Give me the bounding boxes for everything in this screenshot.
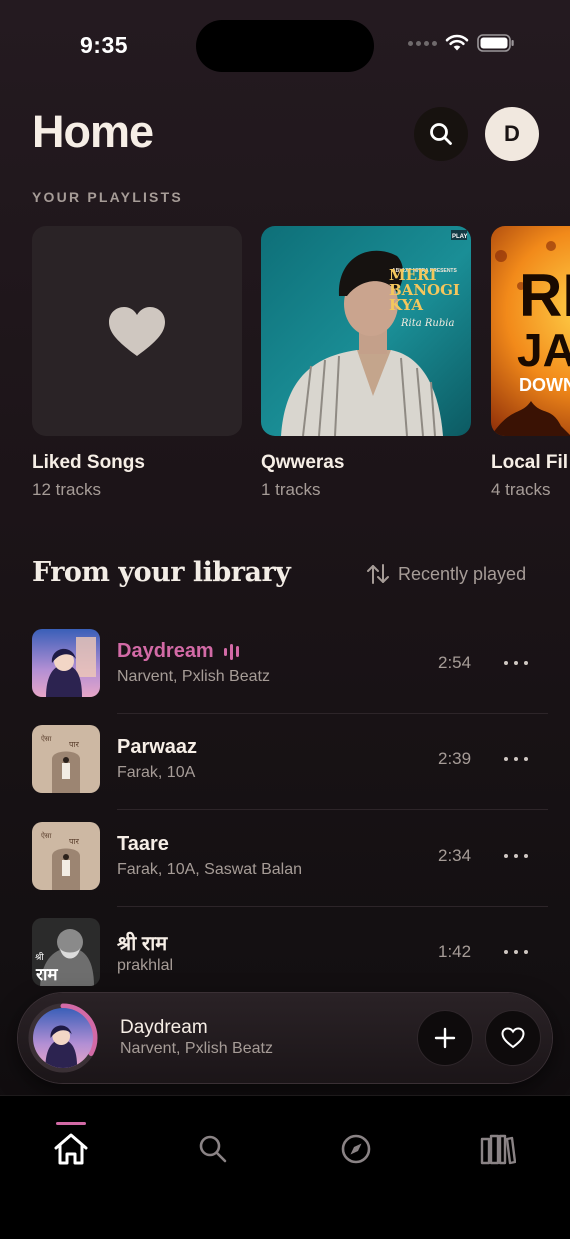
svg-text:Rita Rubia: Rita Rubia xyxy=(400,318,454,329)
playlist-cover xyxy=(32,226,242,436)
like-button[interactable] xyxy=(485,1010,541,1066)
tab-bar xyxy=(0,1095,570,1239)
now-playing-equalizer-icon xyxy=(223,643,239,660)
svg-text:पार: पार xyxy=(69,740,80,749)
svg-text:ऐसा: ऐसा xyxy=(41,831,52,840)
status-time: 9:35 xyxy=(80,32,129,58)
track-row[interactable]: Daydream Narvent, Pxlish Beatz 2:54 xyxy=(32,629,548,725)
more-options-button[interactable] xyxy=(504,653,528,673)
track-artwork xyxy=(32,629,100,697)
playlist-cover: RI JAT DOWNLO xyxy=(491,226,570,436)
track-artist: Farak, 10A, Saswat Balan xyxy=(117,861,302,878)
search-icon xyxy=(199,1135,227,1163)
status-indicators xyxy=(408,34,515,52)
divider xyxy=(117,809,548,810)
playlist-track-count: 4 tracks xyxy=(491,480,551,499)
now-playing-artist: Narvent, Pxlish Beatz xyxy=(120,1040,273,1057)
plus-icon xyxy=(434,1027,456,1049)
track-title: Parwaaz xyxy=(117,736,198,758)
playback-progress-ring xyxy=(28,1003,98,1073)
track-artist: Narvent, Pxlish Beatz xyxy=(117,668,270,685)
divider xyxy=(117,713,548,714)
track-artist: Farak, 10A xyxy=(117,764,196,781)
mini-player[interactable]: Daydream Narvent, Pxlish Beatz xyxy=(18,993,552,1083)
svg-text:श्री: श्री xyxy=(35,951,44,963)
sort-label: Recently played xyxy=(398,563,527,584)
playlists-carousel[interactable]: Liked Songs 12 tracks ABHIJIT MITRA PRES… xyxy=(32,226,570,516)
heart-outline-icon xyxy=(501,1027,525,1049)
search-icon xyxy=(430,123,452,145)
now-playing-artwork xyxy=(33,1008,93,1068)
svg-text:ऐसा: ऐसा xyxy=(41,734,52,743)
library-icon xyxy=(480,1134,516,1165)
active-tab-indicator xyxy=(56,1122,86,1125)
playlist-cover-art: ABHIJIT MITRA PRESENTS MERI BANOGI KYA R… xyxy=(261,226,471,436)
sort-control[interactable]: Recently played xyxy=(366,563,526,585)
more-options-button[interactable] xyxy=(504,846,528,866)
home-icon xyxy=(54,1133,88,1165)
track-title: Taare xyxy=(117,833,169,855)
playlist-cover: ABHIJIT MITRA PRESENTS MERI BANOGI KYA R… xyxy=(261,226,471,436)
track-row[interactable]: ऐसा पार Parwaaz Farak, 10A 2:39 xyxy=(32,725,548,821)
compass-icon xyxy=(341,1134,371,1164)
track-artwork: ऐसा पार xyxy=(32,725,100,793)
svg-text:राम: राम xyxy=(35,965,58,985)
playlist-cover-art: RI JAT DOWNLO xyxy=(491,226,570,436)
divider xyxy=(117,906,548,907)
wifi-icon xyxy=(445,34,469,51)
tab-search[interactable] xyxy=(168,1096,258,1196)
cellular-signal-icon xyxy=(408,40,437,46)
track-row[interactable]: ऐसा पार Taare Farak, 10A, Saswat Balan 2… xyxy=(32,822,548,918)
more-options-button[interactable] xyxy=(504,749,528,769)
track-duration: 2:54 xyxy=(438,653,472,672)
sort-arrows-icon xyxy=(367,564,389,584)
playlist-track-count: 12 tracks xyxy=(32,480,101,499)
playlist-name: Qwweras xyxy=(261,452,345,473)
more-options-button[interactable] xyxy=(504,942,528,962)
cover-title-line-3: DOWNLO xyxy=(519,375,570,395)
page-title: Home xyxy=(32,106,154,157)
cover-title-line-3: KYA xyxy=(389,296,423,314)
track-title: Daydream xyxy=(117,640,239,663)
library-section-title: From your library xyxy=(32,557,291,588)
track-duration: 2:39 xyxy=(438,749,472,768)
playlist-track-count: 1 tracks xyxy=(261,480,321,499)
dynamic-island xyxy=(196,20,374,72)
battery-icon xyxy=(477,34,514,52)
section-label-playlists: YOUR PLAYLISTS xyxy=(32,189,183,205)
tab-explore[interactable] xyxy=(311,1096,401,1196)
playlist-name: Local Fil xyxy=(491,452,569,473)
track-artwork: श्री राम xyxy=(32,918,100,986)
cover-title-line-2: JAT xyxy=(517,324,570,376)
cover-title-line-1: RI xyxy=(519,262,570,329)
track-duration: 1:42 xyxy=(438,942,472,961)
now-playing-title: Daydream xyxy=(120,1017,208,1038)
search-button[interactable] xyxy=(414,107,468,161)
track-artist: prakhlal xyxy=(117,957,174,974)
status-bar: 9:35 xyxy=(0,0,570,90)
add-to-playlist-button[interactable] xyxy=(417,1010,473,1066)
playlist-card-local-files[interactable]: RI JAT DOWNLO Local Fil 4 tracks xyxy=(491,226,570,500)
cover-badge: PLAY xyxy=(452,234,467,240)
avatar[interactable]: D xyxy=(485,107,539,161)
track-title-text: Daydream xyxy=(117,640,214,662)
playlist-card-liked-songs[interactable]: Liked Songs 12 tracks xyxy=(32,226,242,500)
tab-home[interactable] xyxy=(26,1096,116,1196)
track-title: श्री राम xyxy=(117,933,168,955)
track-duration: 2:34 xyxy=(438,846,472,865)
track-artwork: ऐसा पार xyxy=(32,822,100,890)
tab-library[interactable] xyxy=(453,1096,543,1196)
playlist-card-qwweras[interactable]: ABHIJIT MITRA PRESENTS MERI BANOGI KYA R… xyxy=(261,226,471,500)
heart-icon xyxy=(109,307,165,356)
svg-text:पार: पार xyxy=(69,837,80,846)
playlist-name: Liked Songs xyxy=(32,452,145,473)
